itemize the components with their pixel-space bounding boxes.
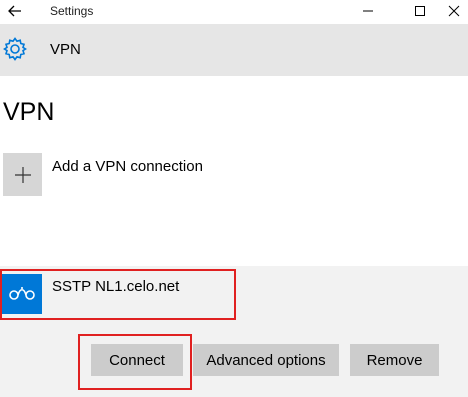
add-vpn-label: Add a VPN connection	[52, 158, 203, 175]
gear-icon	[3, 37, 27, 61]
maximize-icon	[415, 6, 425, 16]
title-bar: Settings	[0, 0, 468, 24]
add-vpn-connection-button[interactable]: Add a VPN connection	[3, 153, 303, 197]
minimize-icon	[363, 10, 373, 12]
page-title: VPN	[3, 98, 55, 126]
remove-button[interactable]: Remove	[350, 344, 439, 376]
plus-icon	[14, 166, 31, 183]
back-button[interactable]	[2, 0, 28, 22]
advanced-options-button[interactable]: Advanced options	[193, 344, 339, 376]
page-header: VPN	[0, 24, 468, 76]
vpn-connection-item[interactable]: SSTP NL1.celo.net Connect Advanced optio…	[0, 266, 468, 397]
vpn-connection-tile	[2, 274, 42, 314]
header-title: VPN	[50, 41, 81, 58]
connect-button[interactable]: Connect	[91, 344, 183, 376]
vpn-network-icon	[9, 287, 35, 300]
vpn-connection-name: SSTP NL1.celo.net	[52, 278, 180, 295]
close-button[interactable]	[440, 0, 468, 22]
close-icon	[448, 5, 460, 17]
add-vpn-tile[interactable]	[3, 153, 42, 196]
back-arrow-icon	[8, 5, 21, 17]
maximize-button[interactable]	[400, 0, 440, 22]
minimize-button[interactable]	[348, 0, 388, 22]
app-title: Settings	[50, 4, 94, 18]
